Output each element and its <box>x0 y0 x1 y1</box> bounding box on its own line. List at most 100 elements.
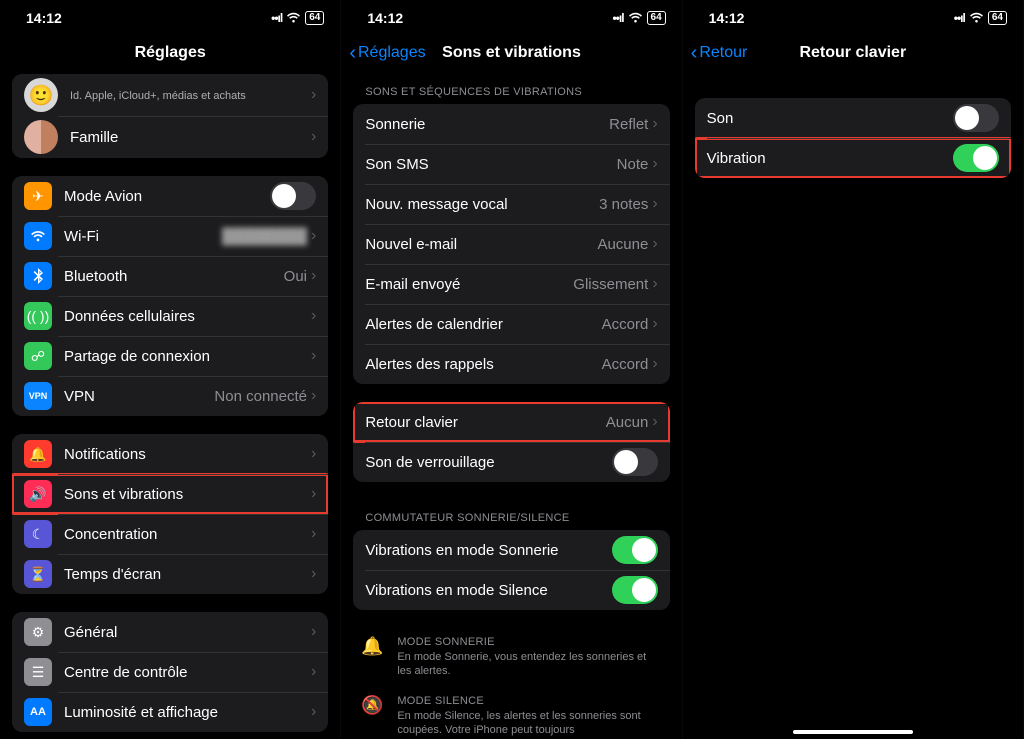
status-bar: 14:12 ••ıl 64 <box>0 0 340 32</box>
status-bar: 14:12 ••ıl 64 <box>683 0 1023 32</box>
ringtone-label: Sonnerie <box>365 116 609 133</box>
calendar-row[interactable]: Alertes de calendrier Accord › <box>353 304 669 344</box>
vibration-row[interactable]: Vibration <box>695 138 1011 178</box>
bell-icon: 🔔 <box>361 636 383 679</box>
hotspot-row[interactable]: ☍ Partage de connexion › <box>12 336 328 376</box>
keyboard-feedback-row[interactable]: Retour clavier Aucun › <box>353 402 669 442</box>
bluetooth-icon <box>24 262 52 290</box>
page-title: Retour clavier <box>799 44 906 62</box>
sentemail-row[interactable]: E-mail envoyé Glissement › <box>353 264 669 304</box>
chevron-right-icon: › <box>652 155 657 173</box>
profile-row[interactable]: 🙂 Id. Apple, iCloud+, médias et achats › <box>12 74 328 116</box>
chevron-right-icon: › <box>311 663 316 681</box>
nav-header: ‹ Réglages Sons et vibrations <box>341 32 681 74</box>
focus-label: Concentration <box>64 526 311 543</box>
screentime-row[interactable]: ⏳ Temps d'écran › <box>12 554 328 594</box>
vibring-label: Vibrations en mode Sonnerie <box>365 542 611 559</box>
profile-group: 🙂 Id. Apple, iCloud+, médias et achats ›… <box>12 74 328 158</box>
email-value: Aucune <box>597 236 648 253</box>
airplane-label: Mode Avion <box>64 188 270 205</box>
chevron-right-icon: › <box>311 128 316 146</box>
family-label: Famille <box>70 129 311 146</box>
moon-icon: ☾ <box>24 520 52 548</box>
settings-root-panel: 14:12 ••ıl 64 Réglages 🙂 Id. Apple, iClo… <box>0 0 341 739</box>
bluetooth-label: Bluetooth <box>64 268 284 285</box>
keyboard-value: Aucun <box>606 414 649 431</box>
lock-sound-row[interactable]: Son de verrouillage <box>353 442 669 482</box>
chevron-right-icon: › <box>652 235 657 253</box>
status-time: 14:12 <box>709 10 745 26</box>
back-button[interactable]: ‹ Retour <box>691 44 748 62</box>
reminders-row[interactable]: Alertes des rappels Accord › <box>353 344 669 384</box>
sounds-panel: 14:12 ••ıl 64 ‹ Réglages Sons et vibrati… <box>341 0 682 739</box>
chevron-right-icon: › <box>311 267 316 285</box>
speaker-icon: 🔊 <box>24 480 52 508</box>
chevron-right-icon: › <box>311 347 316 365</box>
voicemail-row[interactable]: Nouv. message vocal 3 notes › <box>353 184 669 224</box>
vibrate-ring-row[interactable]: Vibrations en mode Sonnerie <box>353 530 669 570</box>
voicemail-label: Nouv. message vocal <box>365 196 599 213</box>
chevron-right-icon: › <box>311 445 316 463</box>
chevron-right-icon: › <box>311 623 316 641</box>
newemail-row[interactable]: Nouvel e-mail Aucune › <box>353 224 669 264</box>
chevron-right-icon: › <box>311 86 316 104</box>
chevron-right-icon: › <box>311 565 316 583</box>
wifi-value: ████████ <box>222 228 307 245</box>
lock-toggle[interactable] <box>612 448 658 476</box>
notifications-label: Notifications <box>64 446 311 463</box>
airplane-row[interactable]: ✈︎ Mode Avion <box>12 176 328 216</box>
airplane-toggle[interactable] <box>270 182 316 210</box>
chevron-right-icon: › <box>311 307 316 325</box>
vibration-label: Vibration <box>707 150 953 167</box>
signal-icon: ••ıl <box>271 11 282 25</box>
home-indicator[interactable] <box>793 730 913 734</box>
cellular-row[interactable]: (( )) Données cellulaires › <box>12 296 328 336</box>
nav-header: ‹ Retour Retour clavier <box>683 32 1023 74</box>
control-center-row[interactable]: ☰ Centre de contrôle › <box>12 652 328 692</box>
wifi-icon <box>969 10 984 26</box>
calendar-label: Alertes de calendrier <box>365 316 601 333</box>
sound-toggle[interactable] <box>953 104 999 132</box>
focus-row[interactable]: ☾ Concentration › <box>12 514 328 554</box>
info-title: MODE SONNERIE <box>397 636 661 648</box>
sms-row[interactable]: Son SMS Note › <box>353 144 669 184</box>
hotspot-icon: ☍ <box>24 342 52 370</box>
page-title: Réglages <box>135 44 206 62</box>
back-button[interactable]: ‹ Réglages <box>349 44 425 62</box>
chevron-left-icon: ‹ <box>349 45 356 61</box>
sound-patterns-group: Sonnerie Reflet › Son SMS Note › Nouv. m… <box>353 104 669 384</box>
keyboard-label: Retour clavier <box>365 414 605 431</box>
back-label: Retour <box>699 44 747 62</box>
notifications-row[interactable]: 🔔 Notifications › <box>12 434 328 474</box>
ringtone-row[interactable]: Sonnerie Reflet › <box>353 104 669 144</box>
brightness-row[interactable]: AA Luminosité et affichage › <box>12 692 328 732</box>
vibrate-silent-toggle[interactable] <box>612 576 658 604</box>
status-indicators: ••ıl 64 <box>954 10 1007 26</box>
vibrate-ring-toggle[interactable] <box>612 536 658 564</box>
keyboard-lock-group: Retour clavier Aucun › Son de verrouilla… <box>353 402 669 482</box>
vibration-toggle[interactable] <box>953 144 999 172</box>
section-header: COMMUTATEUR SONNERIE/SILENCE <box>341 500 681 530</box>
wifi-label: Wi-Fi <box>64 228 222 245</box>
bluetooth-row[interactable]: Bluetooth Oui › <box>12 256 328 296</box>
wifi-row[interactable]: Wi-Fi ████████ › <box>12 216 328 256</box>
page-title: Sons et vibrations <box>442 44 581 62</box>
vibrate-silent-row[interactable]: Vibrations en mode Silence <box>353 570 669 610</box>
info-desc: En mode Sonnerie, vous entendez les sonn… <box>397 650 661 679</box>
voicemail-value: 3 notes <box>599 196 648 213</box>
profile-label: Id. Apple, iCloud+, médias et achats <box>70 89 311 102</box>
nav-header: Réglages <box>0 32 340 74</box>
info-desc: En mode Silence, les alertes et les sonn… <box>397 709 661 738</box>
signal-icon: ••ıl <box>954 11 965 25</box>
sounds-label: Sons et vibrations <box>64 486 311 503</box>
alerts-group: 🔔 Notifications › 🔊 Sons et vibrations ›… <box>12 434 328 594</box>
reminders-value: Accord <box>602 356 649 373</box>
avatar: 🙂 <box>24 78 58 112</box>
general-row[interactable]: ⚙︎ Général › <box>12 612 328 652</box>
sound-row[interactable]: Son <box>695 98 1011 138</box>
vpn-row[interactable]: VPN VPN Non connecté › <box>12 376 328 416</box>
sounds-row[interactable]: 🔊 Sons et vibrations › <box>12 474 328 514</box>
airplane-icon: ✈︎ <box>24 182 52 210</box>
chevron-right-icon: › <box>652 115 657 133</box>
family-row[interactable]: Famille › <box>12 116 328 158</box>
